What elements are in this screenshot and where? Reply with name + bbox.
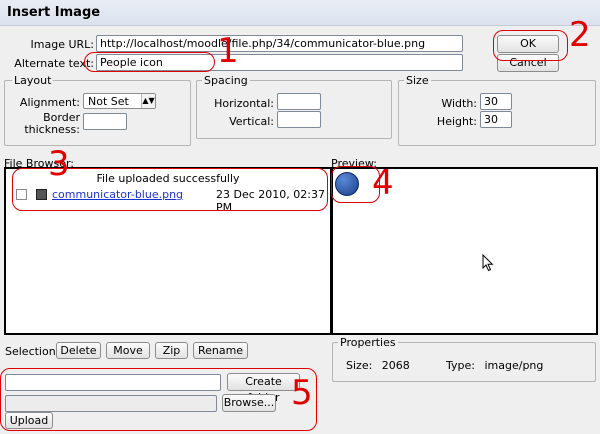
- size-legend: Size: [404, 74, 431, 87]
- annotation-number-5: 5: [291, 373, 313, 413]
- window-title: Insert Image: [0, 0, 600, 26]
- zip-button[interactable]: Zip: [155, 342, 188, 359]
- properties-type-value: image/png: [484, 359, 544, 372]
- layout-legend: Layout: [12, 74, 54, 87]
- rename-button[interactable]: Rename: [193, 342, 248, 359]
- annotation-outline-1: [84, 52, 215, 72]
- height-label: Height:: [436, 115, 477, 128]
- annotation-number-3: 3: [48, 144, 70, 184]
- border-label-line2: thickness:: [24, 123, 80, 136]
- horizontal-label: Horizontal:: [214, 97, 274, 110]
- properties-size-label: Size:: [346, 359, 373, 372]
- width-input[interactable]: 30: [480, 93, 512, 110]
- vertical-label: Vertical:: [229, 115, 274, 128]
- properties-size: Size: 2068: [346, 359, 410, 372]
- image-url-input[interactable]: http://localhost/moodle/file.php/34/comm…: [96, 35, 463, 52]
- annotation-number-1: 1: [217, 31, 239, 71]
- annotation-outline-2: [493, 30, 568, 61]
- properties-size-value: 2068: [381, 359, 410, 372]
- alignment-select[interactable]: Not Set ▲▼: [83, 93, 156, 109]
- alignment-selected: Not Set: [88, 95, 129, 108]
- selection-label: Selection:: [5, 345, 60, 358]
- annotation-number-4: 4: [372, 163, 394, 203]
- alt-text-label: Alternate text:: [14, 57, 94, 70]
- height-input[interactable]: 30: [480, 111, 512, 128]
- properties-type: Type: image/png: [446, 359, 543, 372]
- annotation-outline-5: [0, 368, 317, 431]
- border-input[interactable]: [83, 113, 127, 130]
- vertical-input[interactable]: [277, 111, 321, 128]
- horizontal-input[interactable]: [277, 93, 321, 110]
- annotation-number-2: 2: [569, 15, 591, 55]
- chevron-updown-icon: ▲▼: [141, 94, 155, 108]
- spacing-legend: Spacing: [202, 74, 250, 87]
- mouse-cursor-icon: [482, 254, 494, 272]
- border-label: Border thickness:: [6, 112, 80, 136]
- alignment-label: Alignment:: [19, 96, 80, 109]
- properties-legend: Properties: [338, 336, 398, 349]
- delete-button[interactable]: Delete: [56, 342, 101, 359]
- image-url-label: Image URL:: [30, 38, 94, 51]
- width-label: Width:: [441, 97, 477, 110]
- properties-type-label: Type:: [446, 359, 475, 372]
- move-button[interactable]: Move: [106, 342, 150, 359]
